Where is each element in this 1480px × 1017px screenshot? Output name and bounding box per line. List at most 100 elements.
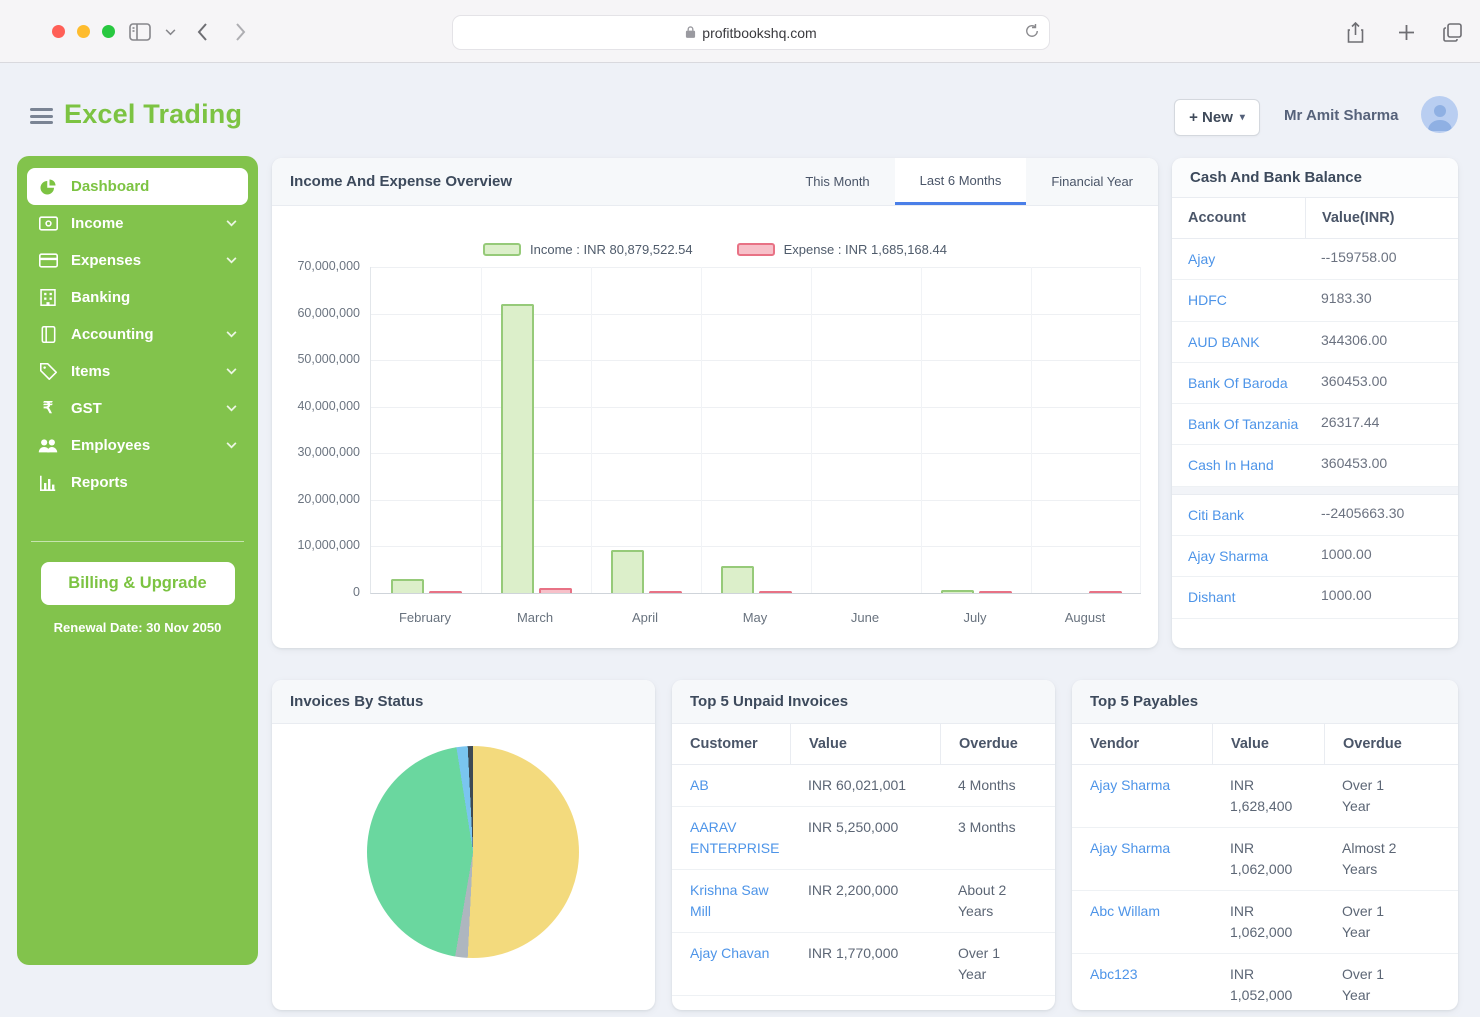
minimize-window-button[interactable]	[77, 25, 90, 38]
vendor-link[interactable]: Abc Willam	[1090, 901, 1160, 922]
customer-link[interactable]: Krishna Saw Mill	[690, 880, 772, 922]
expense-bar[interactable]	[429, 591, 462, 593]
account-link[interactable]: Ajay	[1188, 251, 1215, 267]
table-row: HDFC 9183.30	[1172, 280, 1458, 321]
tab-last-6-months[interactable]: Last 6 Months	[895, 158, 1027, 205]
new-button[interactable]: + New ▾	[1174, 99, 1260, 136]
forward-icon[interactable]	[226, 18, 254, 46]
table-row: Citi Bank --2405663.30	[1172, 495, 1458, 536]
x-axis-label: July	[920, 610, 1030, 625]
customer-link[interactable]: Ajay Chavan	[690, 943, 769, 964]
y-axis-tick: 60,000,000	[272, 306, 360, 320]
menu-icon[interactable]	[30, 108, 53, 124]
sidebar-item-reports[interactable]: Reports	[27, 464, 248, 501]
sidebar-item-employees[interactable]: Employees	[27, 427, 248, 464]
y-axis-tick: 0	[272, 585, 360, 599]
chevron-down-icon	[226, 442, 237, 449]
y-axis-tick: 40,000,000	[272, 399, 360, 413]
unpaid-column-headers: Customer Value Overdue	[672, 724, 1055, 765]
sidebar: DashboardIncomeExpensesBanking Accounting…	[17, 156, 258, 965]
x-axis-label: June	[810, 610, 920, 625]
sidebar-toggle-icon[interactable]	[126, 18, 154, 46]
zoom-window-button[interactable]	[102, 25, 115, 38]
overview-tabs: This MonthLast 6 MonthsFinancial Year	[780, 158, 1158, 205]
sidebar-item-label: Accounting	[71, 326, 154, 343]
income-bar[interactable]	[941, 590, 974, 593]
table-row: Ajay SharmaINR 1,628,400Over 1 Year	[1072, 765, 1458, 828]
gridline-h	[371, 360, 1141, 361]
account-link[interactable]: AUD BANK	[1188, 334, 1260, 350]
sidebar-item-items[interactable]: Items	[27, 353, 248, 390]
invoices-pie-chart[interactable]	[367, 746, 579, 958]
overdue-value: 4 Months	[958, 775, 1016, 796]
customer-link[interactable]: AB	[690, 775, 709, 796]
expense-bar[interactable]	[539, 588, 572, 593]
reload-icon[interactable]	[1025, 23, 1039, 42]
y-axis-tick: 10,000,000	[272, 538, 360, 552]
cash-icon	[38, 216, 58, 231]
table-row: Bank Of Baroda360453.00	[1172, 363, 1458, 404]
cash-bank-rows: Ajay--159758.00HDFC9183.30AUD BANK344306…	[1172, 239, 1458, 619]
table-row: Ajay--159758.00	[1172, 239, 1458, 280]
y-axis-tick: 50,000,000	[272, 352, 360, 366]
tab-overview-icon[interactable]	[1438, 18, 1466, 46]
income-bar[interactable]	[611, 550, 644, 593]
expense-bar[interactable]	[1089, 591, 1122, 593]
income-bar[interactable]	[391, 579, 424, 593]
sidebar-item-banking[interactable]: Banking	[27, 279, 248, 316]
user-name: Mr Amit Sharma	[1284, 107, 1398, 124]
sidebar-item-label: GST	[71, 400, 102, 417]
sidebar-item-gst[interactable]: ₹GST	[27, 390, 248, 427]
chevron-down-icon[interactable]	[156, 18, 184, 46]
vendor-link[interactable]: Abc123	[1090, 964, 1137, 985]
sidebar-item-income[interactable]: Income	[27, 205, 248, 242]
table-row: Dishant1000.00	[1172, 577, 1458, 618]
tab-this-month[interactable]: This Month	[780, 158, 894, 205]
sidebar-item-dashboard[interactable]: Dashboard	[27, 168, 248, 205]
expense-bar[interactable]	[759, 591, 792, 593]
overdue-value: Over 1 Year	[1342, 901, 1404, 943]
gridline-v	[1140, 267, 1141, 593]
value-value: INR 5,250,000	[808, 819, 898, 835]
column-header-value: Value(INR)	[1305, 198, 1458, 238]
avatar[interactable]	[1421, 96, 1458, 133]
account-link[interactable]: Dishant	[1188, 589, 1235, 605]
vendor-link[interactable]: Ajay Sharma	[1090, 775, 1170, 796]
customer-link[interactable]: AARAV ENTERPRISE	[690, 817, 772, 859]
invoices-status-card: Invoices By Status	[272, 680, 655, 1010]
caret-down-icon: ▾	[1240, 112, 1245, 123]
account-value: 9183.30	[1305, 280, 1458, 320]
gridline-v	[701, 267, 702, 593]
vendor-link[interactable]: Ajay Sharma	[1090, 838, 1170, 859]
x-axis-label: August	[1030, 610, 1140, 625]
expense-bar[interactable]	[649, 591, 682, 593]
account-link[interactable]: Citi Bank	[1188, 507, 1244, 523]
expense-bar[interactable]	[979, 591, 1012, 593]
cash-bank-card: Cash And Bank Balance Account Value(INR)…	[1172, 158, 1458, 648]
gridline-v	[591, 267, 592, 593]
x-axis-label: May	[700, 610, 810, 625]
account-link[interactable]: Bank Of Baroda	[1188, 375, 1288, 391]
back-icon[interactable]	[188, 18, 216, 46]
value-value: INR 1,062,000	[1230, 838, 1302, 880]
url-text: profitbookshq.com	[702, 25, 816, 41]
legend-swatch	[483, 243, 521, 256]
share-icon[interactable]	[1341, 18, 1369, 46]
account-link[interactable]: Bank Of Tanzania	[1188, 416, 1298, 432]
income-bar[interactable]	[501, 304, 534, 593]
chevron-down-icon	[226, 368, 237, 375]
new-tab-icon[interactable]	[1392, 18, 1420, 46]
close-window-button[interactable]	[52, 25, 65, 38]
address-bar[interactable]: profitbookshq.com	[452, 15, 1050, 50]
tab-financial-year[interactable]: Financial Year	[1026, 158, 1158, 205]
income-bar[interactable]	[721, 566, 754, 593]
sidebar-item-accounting[interactable]: Accounting	[27, 316, 248, 353]
account-value: --2405663.30	[1305, 495, 1458, 535]
account-link[interactable]: HDFC	[1188, 292, 1227, 308]
account-link[interactable]: Ajay Sharma	[1188, 548, 1268, 564]
table-row: Abc WillamINR 1,062,000Over 1 Year	[1072, 891, 1458, 954]
column-header-vendor: Vendor	[1072, 724, 1212, 764]
sidebar-item-expenses[interactable]: Expenses	[27, 242, 248, 279]
account-link[interactable]: Cash In Hand	[1188, 457, 1274, 473]
billing-upgrade-button[interactable]: Billing & Upgrade	[41, 562, 235, 605]
